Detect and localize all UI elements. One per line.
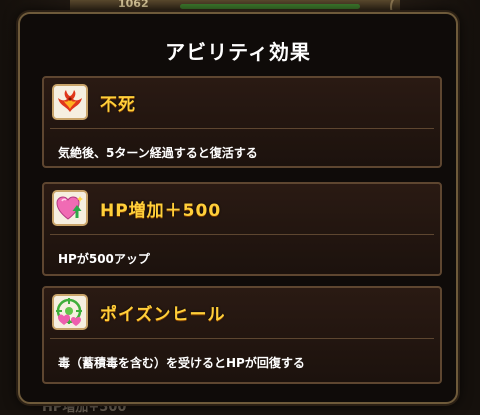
card-divider	[50, 128, 434, 129]
background-hp-gauge	[180, 4, 360, 9]
ability-name: ポイズンヒール	[100, 305, 226, 325]
background-hp-value: 1062	[118, 0, 149, 10]
ability-effect-dialog: アビリティ効果 不死 気絶後、5ターン経過すると復活する HP増加＋500 HP…	[18, 12, 458, 404]
card-divider	[50, 234, 434, 235]
pink-heart-arrow-icon	[52, 190, 88, 226]
ability-card-header: HP増加＋500	[44, 184, 440, 232]
card-divider	[50, 338, 434, 339]
dialog-title: アビリティ効果	[165, 40, 311, 64]
ability-description: 毒（蓄積毒を含む）を受けるとHPが回復する	[58, 356, 305, 370]
ability-card-hp-up: HP増加＋500 HPが500アップ	[42, 182, 442, 276]
ability-description: 気絶後、5ターン経過すると復活する	[58, 146, 258, 160]
ability-card-header: 不死	[44, 78, 440, 126]
ability-card-undying: 不死 気絶後、5ターン経過すると復活する	[42, 76, 442, 168]
ability-card-poison-heal: ポイズンヒール 毒（蓄積毒を含む）を受けるとHPが回復する	[42, 286, 442, 384]
ability-card-header: ポイズンヒール	[44, 288, 440, 336]
poison-heal-icon	[52, 294, 88, 330]
phoenix-icon	[52, 84, 88, 120]
ability-description: HPが500アップ	[58, 252, 150, 266]
ability-name: HP増加＋500	[100, 201, 222, 221]
ability-name: 不死	[100, 95, 136, 115]
